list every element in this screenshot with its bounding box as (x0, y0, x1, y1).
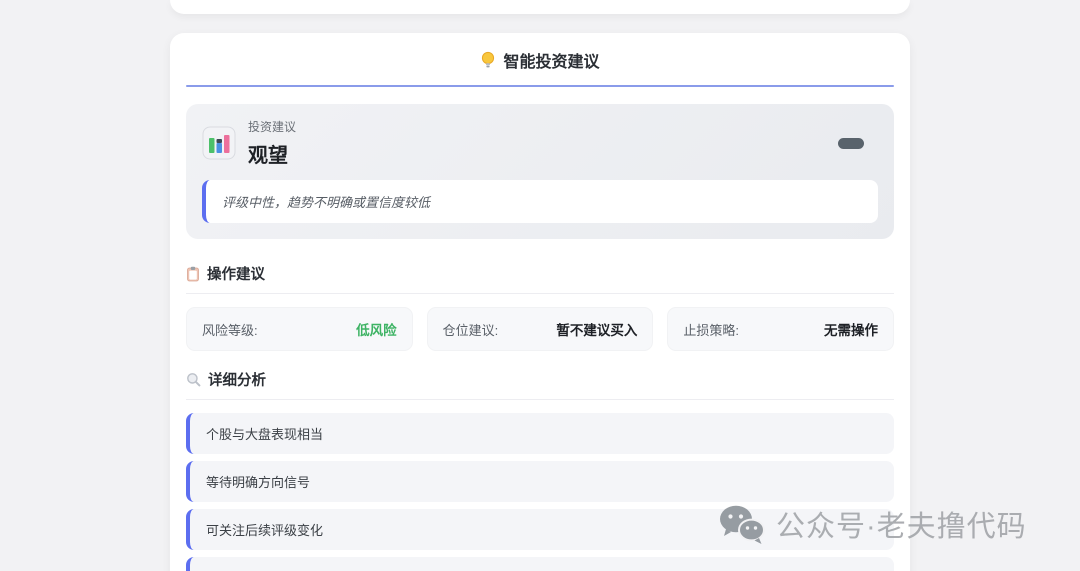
metric-value: 无需操作 (824, 323, 879, 338)
investment-advice-card: 智能投资建议 投资建议 观望 评级中性，趋势不明确或置信度较低 操作建议 风险等… (170, 33, 910, 571)
watermark: 公众号·老夫撸代码 (718, 503, 1027, 545)
metric-stop-loss: 止损策略: 无需操作 (667, 307, 895, 351)
page-title-text: 智能投资建议 (503, 54, 600, 71)
advice-header: 投资建议 观望 (202, 118, 878, 168)
metric-label: 止损策略: (683, 322, 739, 338)
neutral-dash-icon (838, 137, 864, 149)
metric-label: 仓位建议: (442, 322, 499, 338)
watermark-text: 公众号·老夫撸代码 (776, 511, 1027, 543)
previous-card-bottom (170, 0, 910, 14)
advice-reason-quote: 评级中性，趋势不明确或置信度较低 (202, 180, 878, 223)
section-operation-heading: 操作建议 (186, 263, 894, 294)
metric-risk-level: 风险等级: 低风险 (186, 307, 413, 351)
advice-label: 投资建议 (248, 120, 297, 134)
operation-metrics-row: 风险等级: 低风险 仓位建议: 暂不建议买入 止损策略: 无需操作 (186, 307, 895, 351)
metric-label: 风险等级: (202, 322, 258, 338)
section-operation-title: 操作建议 (207, 267, 265, 283)
advice-rating: 观望 (248, 145, 288, 167)
bar-chart-icon (202, 126, 236, 160)
lightbulb-icon (480, 51, 496, 69)
clipboard-icon (186, 266, 200, 282)
metric-value: 暂不建议买入 (556, 323, 638, 338)
section-analysis-title: 详细分析 (208, 373, 266, 389)
magnifier-icon (186, 372, 201, 387)
advice-summary-box: 投资建议 观望 评级中性，趋势不明确或置信度较低 (186, 104, 894, 239)
page-title: 智能投资建议 (186, 47, 894, 73)
title-underline (186, 85, 894, 87)
metric-position-advice: 仓位建议: 暂不建议买入 (426, 307, 654, 351)
analysis-list: 个股与大盘表现相当 等待明确方向信号 可关注后续评级变化 适合短期波段操作 (186, 413, 894, 571)
section-analysis-heading: 详细分析 (186, 369, 894, 400)
metric-value: 低风险 (356, 323, 397, 338)
analysis-item: 等待明确方向信号 (186, 461, 894, 502)
analysis-item: 个股与大盘表现相当 (186, 413, 894, 454)
wechat-icon (718, 503, 766, 545)
analysis-item: 适合短期波段操作 (186, 557, 894, 571)
advice-texts: 投资建议 观望 (248, 118, 838, 168)
